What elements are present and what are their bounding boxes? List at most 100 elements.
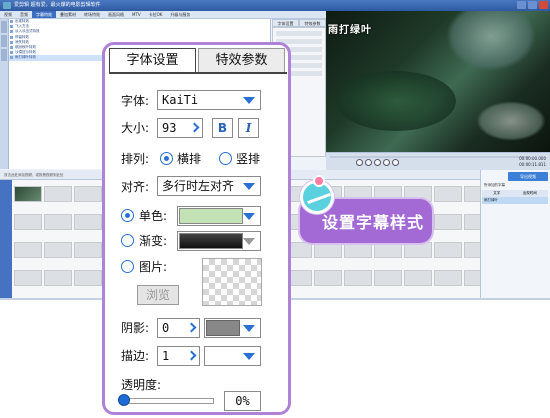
- size-stepper[interactable]: 93: [157, 118, 203, 138]
- chevron-down-icon: [243, 325, 255, 332]
- stroke-color-picker[interactable]: [204, 346, 261, 366]
- tab-effect-params[interactable]: 特效参数: [198, 48, 285, 72]
- align-select[interactable]: 多行时左对齐: [157, 176, 261, 196]
- timeline-slot[interactable]: [344, 270, 372, 286]
- maximize-icon[interactable]: [528, 1, 537, 9]
- folder-icon: [10, 30, 13, 34]
- timeline-slot[interactable]: [464, 242, 480, 258]
- layout-horizontal-radio[interactable]: [160, 152, 173, 165]
- export-button[interactable]: 导出视频: [508, 172, 548, 181]
- timeline-slot[interactable]: [44, 242, 72, 258]
- timeline-slot[interactable]: [44, 186, 72, 202]
- menu-video[interactable]: 视频: [0, 11, 16, 18]
- timeline-slot[interactable]: [464, 270, 480, 286]
- timeline-slot[interactable]: [74, 214, 102, 230]
- timeline-slot[interactable]: [44, 214, 72, 230]
- timeline-slot[interactable]: [14, 214, 42, 230]
- chevron-down-icon: [243, 183, 255, 190]
- timeline-slot[interactable]: [14, 186, 42, 202]
- browse-button[interactable]: 浏览: [137, 285, 179, 305]
- opacity-slider[interactable]: [119, 398, 214, 404]
- timeline-slot[interactable]: [404, 242, 432, 258]
- stripe-decoration: [307, 192, 331, 205]
- title-bar: 爱剪辑 超有爱，最火爆的电影剪辑软件: [0, 0, 550, 11]
- timeline-slot[interactable]: [434, 242, 462, 258]
- gradient-color-picker[interactable]: [177, 231, 261, 251]
- play-icon[interactable]: [365, 159, 372, 166]
- stop-icon[interactable]: [383, 159, 390, 166]
- column-time: 出现时间: [522, 191, 537, 195]
- minimize-icon[interactable]: [517, 1, 526, 9]
- timeline-slot[interactable]: [464, 214, 480, 230]
- chevron-right-icon: [189, 122, 200, 133]
- progress-bar[interactable]: [330, 156, 530, 158]
- bold-button[interactable]: B: [212, 118, 233, 138]
- menu-style[interactable]: 画面风格: [104, 11, 128, 18]
- opacity-value[interactable]: 0%: [224, 391, 261, 411]
- window-controls: [517, 1, 548, 9]
- timeline-slot[interactable]: [434, 186, 462, 202]
- mini-field[interactable]: [276, 31, 322, 36]
- prev-icon[interactable]: [356, 159, 363, 166]
- timeline-slot[interactable]: [74, 242, 102, 258]
- timeline-slot[interactable]: [14, 242, 42, 258]
- fill-image-radio[interactable]: [121, 260, 134, 273]
- mini-tab-effects[interactable]: 特效参数: [299, 19, 326, 27]
- menu-mtv[interactable]: MTV: [128, 11, 145, 18]
- font-select[interactable]: KaiTi: [157, 90, 261, 110]
- sidebar-tab[interactable]: [1, 35, 7, 47]
- size-label: 大小:: [121, 121, 150, 135]
- next-icon[interactable]: [392, 159, 399, 166]
- timeline-slot[interactable]: [434, 270, 462, 286]
- shadow-stepper[interactable]: 0: [157, 318, 200, 338]
- timeline-slot[interactable]: [314, 242, 342, 258]
- menu-upgrade[interactable]: 升级与服务: [166, 11, 194, 18]
- timeline-slot[interactable]: [44, 270, 72, 286]
- panel-tabs: 字体设置 特效参数: [109, 48, 287, 74]
- pause-icon[interactable]: [374, 159, 381, 166]
- menu-transitions[interactable]: 转场特效: [80, 11, 104, 18]
- stroke-value: 1: [162, 349, 170, 363]
- time-readout: 00:00:00.000 00:00:11.811: [519, 156, 546, 168]
- folder-icon: [10, 25, 13, 29]
- close-icon[interactable]: [539, 1, 548, 9]
- italic-button[interactable]: I: [238, 118, 259, 138]
- fill-gradient-radio[interactable]: [121, 234, 134, 247]
- timeline-slot[interactable]: [374, 242, 402, 258]
- timeline-slot[interactable]: [74, 270, 102, 286]
- shadow-color-picker[interactable]: [204, 318, 261, 338]
- subtitle-list-row[interactable]: 雨打绿叶: [482, 197, 548, 204]
- tab-font-settings[interactable]: 字体设置: [109, 48, 196, 72]
- font-settings-panel: 字体设置 特效参数 字体: KaiTi 大小: 93 B I 排列: 横排 竖排…: [102, 42, 291, 415]
- timeline-slot[interactable]: [404, 270, 432, 286]
- timeline-slot[interactable]: [314, 270, 342, 286]
- image-preview: [202, 258, 262, 306]
- menu-overlay[interactable]: 叠加素材: [56, 11, 80, 18]
- video-preview: 雨打绿叶: [326, 11, 550, 152]
- folder-icon: [10, 35, 13, 39]
- sidebar-tab[interactable]: [1, 49, 7, 61]
- stroke-stepper[interactable]: 1: [157, 346, 200, 366]
- mini-tab-font[interactable]: 字体设置: [272, 19, 299, 27]
- layout-horizontal-label: 横排: [177, 152, 202, 166]
- solid-color-picker[interactable]: [177, 206, 261, 226]
- left-sidebar: [0, 19, 9, 169]
- menu-subtitle-effects[interactable]: 字幕特效: [32, 11, 56, 18]
- layout-vertical-radio[interactable]: [219, 152, 232, 165]
- menu-karaoke[interactable]: 卡拉OK: [145, 11, 167, 18]
- timeline-slot[interactable]: [464, 186, 480, 202]
- chevron-right-icon: [186, 350, 197, 361]
- menu-audio[interactable]: 音频: [16, 11, 32, 18]
- sidebar-tab[interactable]: [1, 21, 7, 33]
- opacity-slider-handle[interactable]: [118, 394, 130, 406]
- gradient-color-swatch: [179, 233, 243, 249]
- timeline-slot[interactable]: [74, 186, 102, 202]
- font-label: 字体:: [121, 94, 150, 108]
- timeline-slot[interactable]: [374, 270, 402, 286]
- timeline-slot[interactable]: [434, 214, 462, 230]
- fill-solid-radio[interactable]: [121, 209, 134, 222]
- timeline-slot[interactable]: [344, 242, 372, 258]
- preview-subtitle[interactable]: 雨打绿叶: [328, 21, 372, 36]
- shadow-label: 阴影:: [121, 321, 150, 335]
- timeline-slot[interactable]: [14, 270, 42, 286]
